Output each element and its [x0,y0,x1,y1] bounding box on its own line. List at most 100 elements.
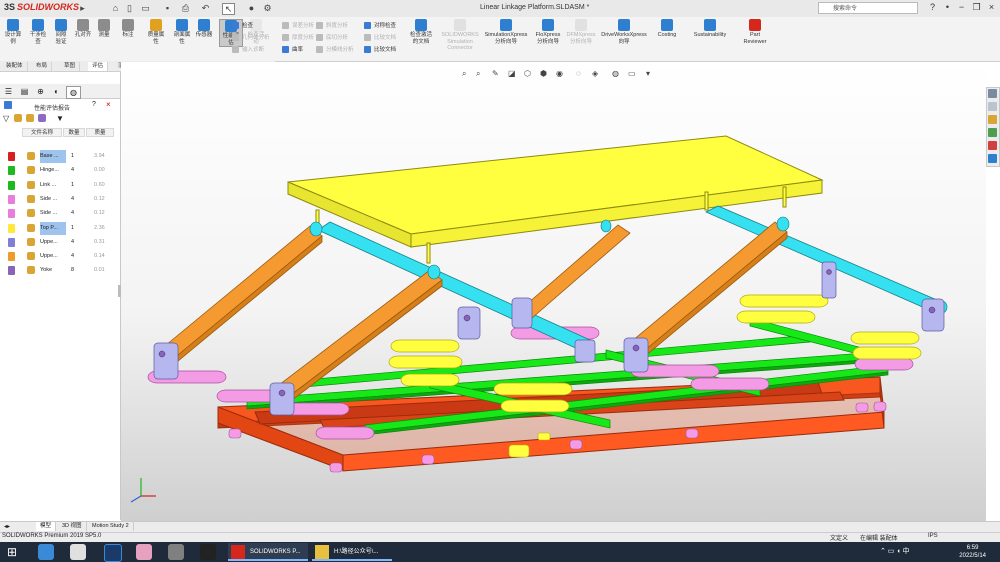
column-header-qty[interactable]: 数量 [63,128,85,137]
taskbar-app-icon[interactable] [70,544,86,560]
color-swatch[interactable] [8,266,15,276]
small-command[interactable]: 检查 [232,21,253,29]
custom-properties-icon[interactable] [988,154,997,163]
save-icon[interactable]: ▪ [162,3,173,13]
rebuild-icon[interactable]: ● [246,3,257,13]
model-tab[interactable]: Motion Study 2 [88,522,134,531]
command-tab[interactable]: 评估 [88,62,109,71]
help-icon[interactable]: ? [92,101,96,108]
component-icon[interactable] [14,114,22,122]
command-button[interactable]: 剖面属 性 [171,19,193,45]
help-icon[interactable]: ? [927,2,938,14]
addin-command-button[interactable]: Sustainability [688,19,732,39]
minimize-icon[interactable]: − [956,2,967,14]
addin-command-button[interactable]: FloXpress 分析向导 [530,19,566,45]
command-button[interactable]: 测量 [93,19,115,39]
taskbar-app-icon[interactable] [200,544,216,560]
system-clock[interactable]: 6:59 2022/5/14 [959,544,986,560]
command-button[interactable]: 孔对齐 [72,19,94,39]
feature-tree-tab-icon[interactable]: ☰ [2,86,15,97]
component-row[interactable]: Side ... 4 0.12 [8,193,116,206]
command-tab[interactable]: 装配体 [2,62,28,71]
command-button[interactable]: 间隙 验证 [50,19,72,45]
command-tab[interactable]: 草图 [60,62,81,71]
new-document-icon[interactable]: ▯ [124,3,135,13]
color-swatch[interactable] [8,237,15,247]
command-button[interactable]: 标注 [117,19,139,39]
options-icon[interactable]: ⚙ [262,3,273,13]
small-command[interactable]: 斜度分析 [316,21,348,29]
component-row[interactable]: Base ... 1 3.94 [8,150,116,163]
taskbar-app-icon[interactable] [38,544,54,560]
command-button[interactable]: 干涉检 查 [27,19,49,45]
open-icon[interactable]: ▭ [140,3,151,13]
tray-icons[interactable]: ⌃ ▭ ◖ 中 [880,546,910,556]
undo-icon[interactable]: ↶ [200,3,211,13]
display-style-icon[interactable] [38,114,46,122]
addin-command-button[interactable]: Part Reviewer [738,19,772,45]
command-button[interactable]: 质量属 性 [145,19,167,45]
component-row[interactable]: Yoke 8 0.01 [8,264,116,277]
close-icon[interactable]: × [986,2,997,14]
small-command[interactable]: 对称检查 [364,21,396,29]
component-row[interactable]: Top P... 1 2.36 [8,221,116,235]
component-row[interactable]: Uppe... 4 0.31 [8,236,116,249]
view-palette-icon[interactable] [988,128,997,137]
command-tab[interactable]: 布局 [32,62,53,71]
command-button[interactable]: 传感器 [193,19,215,39]
start-icon[interactable]: ⊞ [4,544,20,560]
status-units[interactable]: IPS [928,533,938,539]
color-swatch[interactable] [8,166,15,176]
addin-command-button[interactable]: DriveWorksXpress 向导 [598,19,650,45]
component-row[interactable]: Uppe... 4 0.14 [8,250,116,263]
home-icon[interactable]: ⌂ [110,3,121,13]
graphics-area[interactable]: ⌕ ⌕ ✎ ◪ ⬡ ⬢ ◉ ◌ ◈ ◍ ▭ ▾ [121,62,986,521]
property-tab-icon[interactable]: ▤ [18,86,31,97]
appearance-tab-icon[interactable]: ◍ [66,86,81,99]
restore-icon[interactable]: ❐ [971,2,982,14]
component-row[interactable]: Side ... 4 0.12 [8,207,116,220]
small-command[interactable]: 输入诊断 [232,45,264,53]
addin-command-button[interactable]: SimulationXpress 分析向导 [483,19,529,45]
search-input[interactable]: 搜索命令 [818,2,918,14]
display-tab-icon[interactable]: ◐ [50,86,63,97]
color-swatch[interactable] [8,252,15,262]
small-command[interactable]: 误差分析 [282,21,314,29]
addin-command-button[interactable]: Costing [652,19,682,39]
addin-command-button[interactable]: 检查激活 的文档 [410,19,432,45]
addin-command-button[interactable]: SOLIDWORKS Simulation Connector [440,19,480,52]
taskbar-app-icon[interactable] [136,544,152,560]
component-row[interactable]: Hinge... 4 0.00 [8,164,116,177]
color-swatch[interactable] [8,223,15,233]
filter-icon[interactable]: ▽ [3,114,9,123]
filter-icon[interactable]: ▼ [56,114,64,123]
small-command[interactable]: 分模线分析 [316,45,354,53]
print-icon[interactable]: ⎙ [180,3,191,13]
small-command[interactable]: 厚度分析 [282,33,314,41]
component-row[interactable]: Link ... 1 0.60 [8,179,116,192]
file-explorer-icon[interactable] [988,115,997,124]
color-swatch[interactable] [8,194,15,204]
user-icon[interactable]: • [942,2,953,14]
appearances-icon[interactable] [988,141,997,150]
photoshop-icon[interactable] [104,544,122,562]
color-swatch[interactable] [8,209,15,219]
config-tab-icon[interactable]: ⊕ [34,86,47,97]
small-command[interactable]: 比较文档 [364,33,396,41]
color-swatch[interactable] [8,152,15,161]
app-logo[interactable]: 3S SOLIDWORKS [4,2,79,12]
taskbar-app-icon[interactable] [168,544,184,560]
component-icon[interactable] [26,114,34,122]
nav-prev-icon[interactable]: ◂▸ [4,523,10,530]
small-command[interactable]: 底切分析 [316,33,348,41]
model-tab[interactable]: 模型 [36,522,57,531]
column-header-mass[interactable]: 质量 [86,128,114,137]
small-command[interactable]: 比较文档 [364,45,396,53]
addin-command-button[interactable]: DFMXpress 分析向导 [565,19,597,45]
close-panel-icon[interactable]: × [106,100,111,109]
model-tab[interactable]: 3D 视图 [58,522,87,531]
select-icon[interactable]: ↖ [222,3,235,15]
design-library-icon[interactable] [988,102,997,111]
command-button[interactable]: 设计算 例 [2,19,24,45]
color-swatch[interactable] [8,180,15,190]
